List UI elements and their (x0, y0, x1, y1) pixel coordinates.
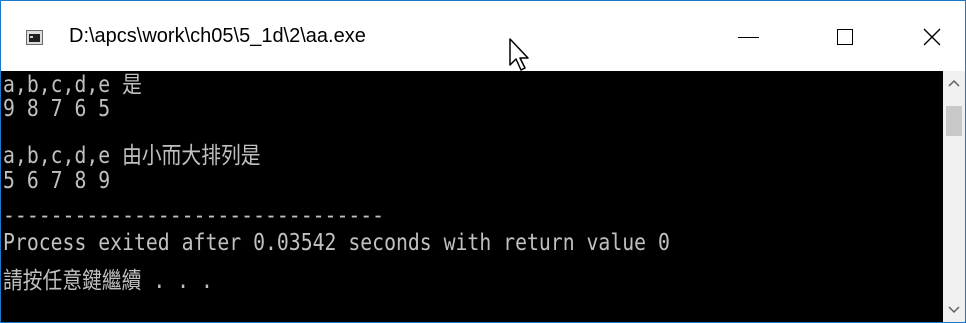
scroll-down-icon (948, 306, 960, 314)
close-button[interactable] (902, 15, 962, 59)
separator-line: -------------------------------- (3, 203, 385, 229)
console-line: a,b,c,d,e 是 (3, 72, 142, 98)
maximize-icon (837, 29, 853, 45)
close-icon (923, 28, 941, 46)
console-line: a,b,c,d,e 由小而大排列是 (3, 143, 261, 169)
console-line: 請按任意鍵繼續 . . . (3, 268, 213, 294)
console-app-icon[interactable] (26, 30, 43, 45)
title-bar[interactable]: D:\apcs\work\ch05\5_1d\2\aa.exe (1, 1, 965, 71)
vertical-scrollbar[interactable] (943, 71, 965, 322)
minimize-button[interactable] (718, 15, 778, 59)
scroll-down-button[interactable] (943, 300, 965, 320)
console-line: 5 6 7 8 9 (3, 168, 111, 194)
window-title: D:\apcs\work\ch05\5_1d\2\aa.exe (69, 25, 366, 47)
scroll-up-icon (948, 79, 960, 87)
scroll-up-button[interactable] (943, 73, 965, 93)
console-window: D:\apcs\work\ch05\5_1d\2\aa.exe a,b,c,d,… (0, 0, 966, 323)
console-line: Process exited after 0.03542 seconds wit… (3, 230, 670, 256)
maximize-button[interactable] (815, 15, 875, 59)
scroll-thumb[interactable] (946, 106, 962, 136)
minimize-icon (737, 36, 759, 38)
mouse-pointer-icon (509, 38, 529, 71)
console-line: 9 8 7 6 5 (3, 96, 111, 122)
console-output[interactable]: a,b,c,d,e 是 9 8 7 6 5 a,b,c,d,e 由小而大排列是 … (1, 71, 943, 322)
